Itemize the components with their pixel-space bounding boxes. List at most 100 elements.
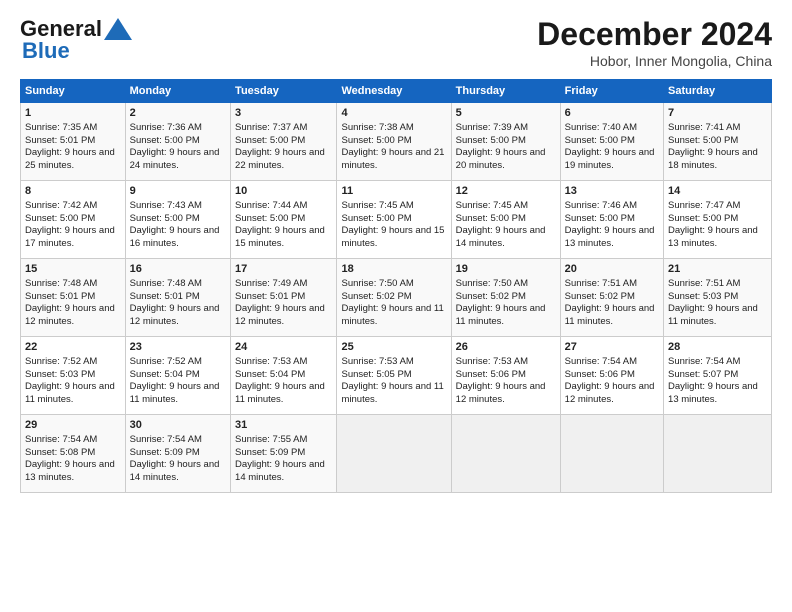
sunset-text: Sunset: 5:00 PM <box>235 135 305 146</box>
daylight-text: Daylight: 9 hours and 14 minutes. <box>235 459 325 483</box>
header-row: Sunday Monday Tuesday Wednesday Thursday… <box>21 80 772 103</box>
daylight-text: Daylight: 9 hours and 13 minutes. <box>668 381 758 405</box>
sunset-text: Sunset: 5:01 PM <box>235 291 305 302</box>
col-monday: Monday <box>125 80 230 103</box>
sunset-text: Sunset: 5:00 PM <box>235 213 305 224</box>
day-number: 5 <box>456 106 556 121</box>
day-number: 30 <box>130 418 226 433</box>
table-row: 20Sunrise: 7:51 AM Sunset: 5:02 PMDayligh… <box>560 259 663 337</box>
daylight-text: Daylight: 9 hours and 13 minutes. <box>25 459 115 483</box>
sunset-text: Sunset: 5:09 PM <box>235 447 305 458</box>
sunset-text: Sunset: 5:06 PM <box>456 369 526 380</box>
sunrise-text: Sunrise: 7:54 AM <box>25 434 97 445</box>
sunrise-text: Sunrise: 7:53 AM <box>456 356 528 367</box>
sunrise-text: Sunrise: 7:55 AM <box>235 434 307 445</box>
day-number: 19 <box>456 262 556 277</box>
daylight-text: Daylight: 9 hours and 25 minutes. <box>25 147 115 171</box>
day-number: 21 <box>668 262 767 277</box>
sunrise-text: Sunrise: 7:52 AM <box>25 356 97 367</box>
table-row: 25Sunrise: 7:53 AMSunset: 5:05 PMDayligh… <box>337 337 451 415</box>
sunset-text: Sunset: 5:00 PM <box>565 135 635 146</box>
sunrise-text: Sunrise: 7:50 AM <box>341 278 413 289</box>
sunrise-text: Sunrise: 7:48 AM <box>130 278 202 289</box>
day-number: 12 <box>456 184 556 199</box>
daylight-text: Daylight: 9 hours and 20 minutes. <box>456 147 546 171</box>
sunrise-text: Sunrise: 7:39 AM <box>456 122 528 133</box>
calendar-week-3: 15Sunrise: 7:48 AMSunset: 5:01 PMDayligh… <box>21 259 772 337</box>
calendar-week-4: 22Sunrise: 7:52 AMSunset: 5:03 PMDayligh… <box>21 337 772 415</box>
day-number: 26 <box>456 340 556 355</box>
sunrise-text: Sunrise: 7:42 AM <box>25 200 97 211</box>
sunset-text: Sunset: 5:02 PM <box>565 291 635 302</box>
sunrise-text: Sunrise: 7:48 AM <box>25 278 97 289</box>
day-number: 29 <box>25 418 121 433</box>
table-row: 8Sunrise: 7:42 AMSunset: 5:00 PMDaylight… <box>21 181 126 259</box>
col-wednesday: Wednesday <box>337 80 451 103</box>
daylight-text: Daylight: 9 hours and 11 minutes. <box>456 303 546 327</box>
sunset-text: Sunset: 5:00 PM <box>130 135 200 146</box>
day-number: 20 <box>565 262 659 277</box>
table-row: 22Sunrise: 7:52 AMSunset: 5:03 PMDayligh… <box>21 337 126 415</box>
table-row: 10Sunrise: 7:44 AMSunset: 5:00 PMDayligh… <box>231 181 337 259</box>
col-tuesday: Tuesday <box>231 80 337 103</box>
sunset-text: Sunset: 5:00 PM <box>25 213 95 224</box>
sunrise-text: Sunrise: 7:44 AM <box>235 200 307 211</box>
sunrise-text: Sunrise: 7:35 AM <box>25 122 97 133</box>
sunrise-text: Sunrise: 7:53 AM <box>235 356 307 367</box>
sunset-text: Sunset: 5:02 PM <box>341 291 411 302</box>
daylight-text: Daylight: 9 hours and 11 minutes. <box>668 303 758 327</box>
table-row: 26Sunrise: 7:53 AMSunset: 5:06 PMDayligh… <box>451 337 560 415</box>
sunset-text: Sunset: 5:00 PM <box>668 135 738 146</box>
sunrise-text: Sunrise: 7:50 AM <box>456 278 528 289</box>
location-subtitle: Hobor, Inner Mongolia, China <box>537 53 772 69</box>
table-row: 4Sunrise: 7:38 AMSunset: 5:00 PMDaylight… <box>337 103 451 181</box>
sunset-text: Sunset: 5:00 PM <box>341 213 411 224</box>
sunrise-text: Sunrise: 7:51 AM <box>565 278 637 289</box>
day-number: 25 <box>341 340 446 355</box>
sunset-text: Sunset: 5:01 PM <box>130 291 200 302</box>
title-block: December 2024 Hobor, Inner Mongolia, Chi… <box>537 16 772 69</box>
daylight-text: Daylight: 9 hours and 11 minutes. <box>235 381 325 405</box>
sunset-text: Sunset: 5:06 PM <box>565 369 635 380</box>
day-number: 22 <box>25 340 121 355</box>
daylight-text: Daylight: 9 hours and 17 minutes. <box>25 225 115 249</box>
col-sunday: Sunday <box>21 80 126 103</box>
table-row: 1Sunrise: 7:35 AMSunset: 5:01 PMDaylight… <box>21 103 126 181</box>
table-row: 19Sunrise: 7:50 AM Sunset: 5:02 PMDayligh… <box>451 259 560 337</box>
daylight-text: Daylight: 9 hours and 11 minutes. <box>25 381 115 405</box>
table-row: 18Sunrise: 7:50 AMSunset: 5:02 PMDayligh… <box>337 259 451 337</box>
sunset-text: Sunset: 5:05 PM <box>341 369 411 380</box>
day-number: 11 <box>341 184 446 199</box>
day-number: 2 <box>130 106 226 121</box>
page: General Blue December 2024 Hobor, Inner … <box>0 0 792 612</box>
day-number: 14 <box>668 184 767 199</box>
sunrise-text: Sunrise: 7:47 AM <box>668 200 740 211</box>
col-saturday: Saturday <box>664 80 772 103</box>
sunset-text: Sunset: 5:03 PM <box>668 291 738 302</box>
sunrise-text: Sunrise: 7:53 AM <box>341 356 413 367</box>
daylight-text: Daylight: 9 hours and 11 minutes. <box>565 303 655 327</box>
table-row: 3Sunrise: 7:37 AMSunset: 5:00 PMDaylight… <box>231 103 337 181</box>
table-row: 21Sunrise: 7:51 AM Sunset: 5:03 PMDayligh… <box>664 259 772 337</box>
daylight-text: Daylight: 9 hours and 21 minutes. <box>341 147 444 171</box>
sunrise-text: Sunrise: 7:43 AM <box>130 200 202 211</box>
sunset-text: Sunset: 5:01 PM <box>25 291 95 302</box>
sunrise-text: Sunrise: 7:40 AM <box>565 122 637 133</box>
sunset-text: Sunset: 5:07 PM <box>668 369 738 380</box>
sunrise-text: Sunrise: 7:45 AM <box>456 200 528 211</box>
col-friday: Friday <box>560 80 663 103</box>
sunset-text: Sunset: 5:04 PM <box>130 369 200 380</box>
table-row: 29Sunrise: 7:54 AMSunset: 5:08 PMDayligh… <box>21 415 126 493</box>
table-row <box>664 415 772 493</box>
daylight-text: Daylight: 9 hours and 12 minutes. <box>130 303 220 327</box>
day-number: 9 <box>130 184 226 199</box>
calendar-week-1: 1Sunrise: 7:35 AMSunset: 5:01 PMDaylight… <box>21 103 772 181</box>
sunset-text: Sunset: 5:04 PM <box>235 369 305 380</box>
table-row: 27Sunrise: 7:54 AMSunset: 5:06 PMDayligh… <box>560 337 663 415</box>
logo-blue: Blue <box>22 38 70 64</box>
col-thursday: Thursday <box>451 80 560 103</box>
daylight-text: Daylight: 9 hours and 15 minutes. <box>341 225 444 249</box>
sunset-text: Sunset: 5:02 PM <box>456 291 526 302</box>
day-number: 28 <box>668 340 767 355</box>
sunrise-text: Sunrise: 7:51 AM <box>668 278 740 289</box>
